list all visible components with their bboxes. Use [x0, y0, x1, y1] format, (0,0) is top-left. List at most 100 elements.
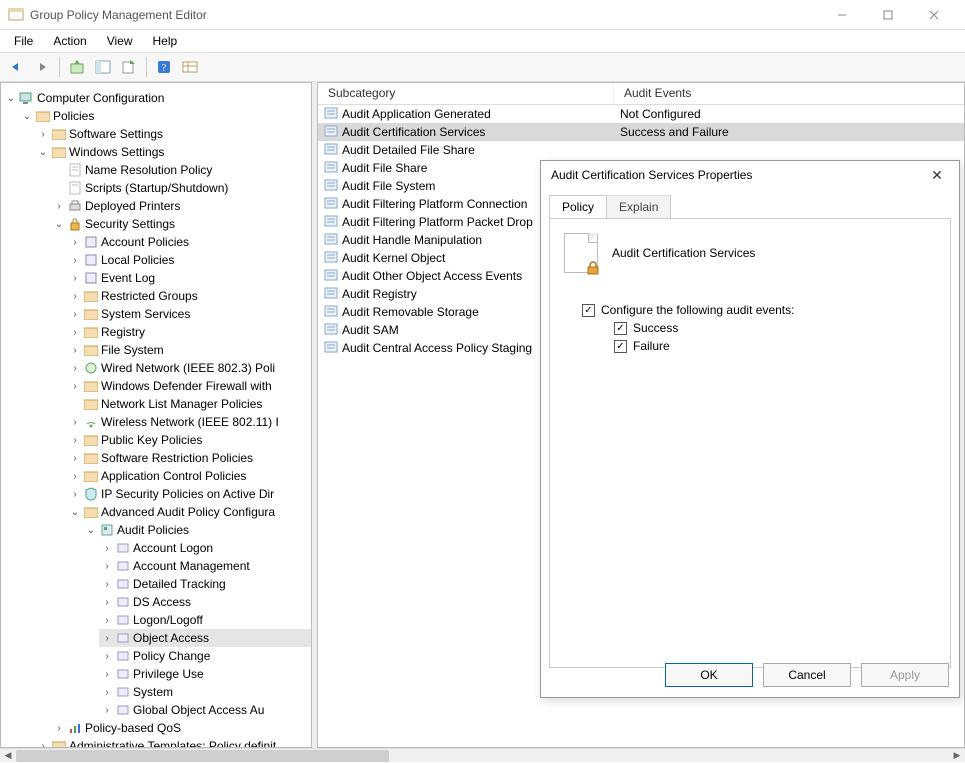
folder-icon: [51, 126, 67, 142]
tree-node-audit-policies[interactable]: ⌄Audit Policies: [83, 521, 311, 539]
scroll-track[interactable]: [16, 749, 949, 763]
folder-icon: [83, 450, 99, 466]
audit-item-icon: [324, 142, 338, 159]
category-icon: [115, 630, 131, 646]
tree-node-account-policies[interactable]: ›Account Policies: [67, 233, 311, 251]
folder-icon: [51, 738, 67, 747]
scroll-left-arrow[interactable]: ◀: [0, 749, 16, 763]
tree-node-registry[interactable]: ›Registry: [67, 323, 311, 341]
column-audit-events[interactable]: Audit Events: [614, 83, 964, 104]
dialog-title-bar[interactable]: Audit Certification Services Properties …: [541, 161, 959, 189]
tree-node-object-access[interactable]: ›Object Access: [99, 629, 311, 647]
tree-node-wired[interactable]: ›Wired Network (IEEE 802.3) Poli: [67, 359, 311, 377]
tree-node-policy-qos[interactable]: ›Policy-based QoS: [51, 719, 311, 737]
back-button[interactable]: [4, 55, 28, 79]
tree-node-nrp[interactable]: Name Resolution Policy: [51, 161, 311, 179]
scroll-right-arrow[interactable]: ▶: [949, 749, 965, 763]
tree-view[interactable]: ⌄Computer Configuration ⌄Policies ›Softw…: [1, 83, 311, 747]
tree-label: Network List Manager Policies: [101, 397, 262, 411]
maximize-button[interactable]: [865, 0, 911, 30]
tree-node-aapc[interactable]: ⌄Advanced Audit Policy Configura: [67, 503, 311, 521]
list-cell-name-text: Audit Filtering Platform Connection: [342, 197, 527, 211]
audit-item-icon: [324, 286, 338, 303]
tree-node-policy-change[interactable]: ›Policy Change: [99, 647, 311, 665]
category-icon: [115, 702, 131, 718]
tree-node-restricted-groups[interactable]: ›Restricted Groups: [67, 287, 311, 305]
tree-node-nlm[interactable]: Network List Manager Policies: [67, 395, 311, 413]
dialog-heading: Audit Certification Services: [612, 246, 755, 260]
checkbox-failure[interactable]: ✓ Failure: [614, 339, 936, 353]
tree-node-event-log[interactable]: ›Event Log: [67, 269, 311, 287]
checkbox-success[interactable]: ✓ Success: [614, 321, 936, 335]
shield-icon: [83, 486, 99, 502]
tree-node-account-logon[interactable]: ›Account Logon: [99, 539, 311, 557]
tree-node-srp[interactable]: ›Software Restriction Policies: [67, 449, 311, 467]
tree-label: Account Logon: [133, 541, 213, 555]
list-row[interactable]: Audit Certification ServicesSuccess and …: [318, 123, 964, 141]
tree-node-ds-access[interactable]: ›DS Access: [99, 593, 311, 611]
apply-button[interactable]: Apply: [861, 663, 949, 687]
menu-file[interactable]: File: [6, 32, 41, 50]
tree-node-ipsec[interactable]: ›IP Security Policies on Active Dir: [67, 485, 311, 503]
tree-node-wdf[interactable]: ›Windows Defender Firewall with: [67, 377, 311, 395]
tree-node-security-settings[interactable]: ⌄Security Settings: [51, 215, 311, 233]
dialog-tabs: Policy Explain: [541, 189, 959, 218]
ok-button[interactable]: OK: [665, 663, 753, 687]
scroll-thumb[interactable]: [16, 750, 389, 762]
tree-node-detailed-tracking[interactable]: ›Detailed Tracking: [99, 575, 311, 593]
tree-node-admin-templates[interactable]: ›Administrative Templates: Policy defini…: [35, 737, 311, 747]
network-icon: [83, 360, 99, 376]
tree-label: Software Settings: [69, 127, 163, 141]
tree-node-file-system[interactable]: ›File System: [67, 341, 311, 359]
menu-help[interactable]: Help: [145, 32, 186, 50]
column-subcategory[interactable]: Subcategory: [318, 83, 614, 104]
horizontal-scrollbar[interactable]: ◀ ▶: [0, 748, 965, 762]
tree-label: Deployed Printers: [85, 199, 180, 213]
minimize-button[interactable]: [819, 0, 865, 30]
tree-node-system-services[interactable]: ›System Services: [67, 305, 311, 323]
checkbox-label: Configure the following audit events:: [601, 303, 794, 317]
dialog-close-button[interactable]: ✕: [925, 167, 949, 184]
tree-node-software-settings[interactable]: ›Software Settings: [35, 125, 311, 143]
dialog-body: Audit Certification Services ✓ Configure…: [549, 218, 951, 668]
tree-node-deployed-printers[interactable]: ›Deployed Printers: [51, 197, 311, 215]
toolbar: ?: [0, 52, 965, 82]
cancel-button[interactable]: Cancel: [763, 663, 851, 687]
tree-node-privilege-use[interactable]: ›Privilege Use: [99, 665, 311, 683]
tree-node-windows-settings[interactable]: ⌄Windows Settings: [35, 143, 311, 161]
tree-node-policies[interactable]: ⌄Policies: [19, 107, 311, 125]
list-cell-events: Success and Failure: [614, 125, 964, 139]
tree-node-global-object-access[interactable]: ›Global Object Access Au: [99, 701, 311, 719]
tree-node-audit-system[interactable]: ›System: [99, 683, 311, 701]
tree-node-wireless[interactable]: ›Wireless Network (IEEE 802.11) I: [67, 413, 311, 431]
menu-action[interactable]: Action: [45, 32, 94, 50]
menu-view[interactable]: View: [99, 32, 141, 50]
menu-bar: File Action View Help: [0, 30, 965, 52]
filter-button[interactable]: [178, 55, 202, 79]
checkbox-configure[interactable]: ✓ Configure the following audit events:: [582, 303, 936, 317]
tree-node-acp[interactable]: ›Application Control Policies: [67, 467, 311, 485]
help-button[interactable]: ?: [152, 55, 176, 79]
list-cell-name-text: Audit Registry: [342, 287, 417, 301]
tab-explain[interactable]: Explain: [606, 195, 671, 218]
checkbox-icon: ✓: [614, 340, 627, 353]
folder-icon: [83, 468, 99, 484]
tree-node-account-mgmt[interactable]: ›Account Management: [99, 557, 311, 575]
tree-node-scripts[interactable]: Scripts (Startup/Shutdown): [51, 179, 311, 197]
show-hide-tree-button[interactable]: [91, 55, 115, 79]
folder-icon: [83, 342, 99, 358]
forward-button[interactable]: [30, 55, 54, 79]
tree-node-computer-configuration[interactable]: ⌄Computer Configuration: [3, 89, 311, 107]
list-cell-name-text: Audit File System: [342, 179, 435, 193]
svg-text:?: ?: [162, 63, 167, 74]
tree-node-logon-logoff[interactable]: ›Logon/Logoff: [99, 611, 311, 629]
list-row[interactable]: Audit Detailed File Share: [318, 141, 964, 159]
list-row[interactable]: Audit Application GeneratedNot Configure…: [318, 105, 964, 123]
tree-label: Policy Change: [133, 649, 210, 663]
close-button[interactable]: [911, 0, 957, 30]
tab-policy[interactable]: Policy: [549, 195, 607, 218]
up-button[interactable]: [65, 55, 89, 79]
export-button[interactable]: [117, 55, 141, 79]
tree-node-local-policies[interactable]: ›Local Policies: [67, 251, 311, 269]
tree-node-pk[interactable]: ›Public Key Policies: [67, 431, 311, 449]
